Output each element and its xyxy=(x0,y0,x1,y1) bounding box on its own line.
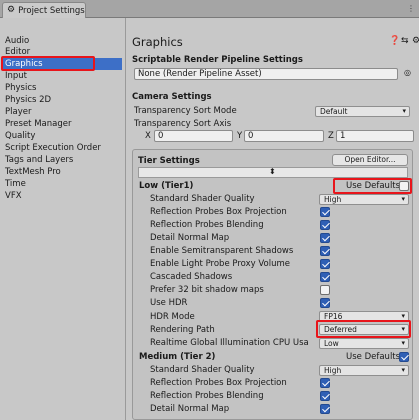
low-tier-title: Low (Tier1) xyxy=(139,181,194,191)
low-realtime-gi-value: Low xyxy=(324,339,339,348)
low-rendering-path-label: Rendering Path xyxy=(150,325,215,335)
help-icon[interactable]: ❓ xyxy=(389,37,400,46)
sidebar-item-time[interactable]: Time xyxy=(2,178,122,190)
low-cascaded-label: Cascaded Shadows xyxy=(150,272,233,282)
sidebar-item-textmesh-pro[interactable]: TextMesh Pro xyxy=(2,166,122,178)
rendering-path-highlight xyxy=(316,320,411,338)
low-hdr-mode-label: HDR Mode xyxy=(150,312,195,322)
low-semitransparent-label: Enable Semitransparent Shadows xyxy=(150,246,294,256)
medium-probe-blending-label: Reflection Probes Blending xyxy=(150,391,264,401)
window-tab-bar: ⚙ Project Settings ⋮ xyxy=(0,0,419,18)
axis-z-value: 1 xyxy=(340,131,346,141)
tier-settings-heading: Tier Settings xyxy=(138,156,200,166)
low-shader-quality-label: Standard Shader Quality xyxy=(150,194,255,204)
tier-resize-bar[interactable]: ⬍ xyxy=(138,167,408,178)
axis-z-label: Z xyxy=(328,131,334,141)
srp-heading: Scriptable Render Pipeline Settings xyxy=(132,55,303,65)
low-lppv-label: Enable Light Probe Proxy Volume xyxy=(150,259,290,269)
sidebar-item-vfx[interactable]: VFX xyxy=(2,190,122,202)
sidebar-item-quality[interactable]: Quality xyxy=(2,130,122,142)
chevron-down-icon: ▾ xyxy=(401,339,405,347)
medium-box-projection-label: Reflection Probes Box Projection xyxy=(150,378,287,388)
chevron-down-icon: ▾ xyxy=(401,366,405,374)
resize-handle-icon: ⬍ xyxy=(269,167,276,176)
low-hdr-checkbox[interactable] xyxy=(320,298,330,308)
low-probe-blending-checkbox[interactable] xyxy=(320,220,330,230)
low-semitransparent-checkbox[interactable] xyxy=(320,246,330,256)
page-title: Graphics xyxy=(132,35,183,49)
srp-asset-field[interactable]: None (Render Pipeline Asset) xyxy=(134,68,398,80)
medium-shader-quality-label: Standard Shader Quality xyxy=(150,365,255,375)
sort-mode-dropdown[interactable]: Default ▾ xyxy=(315,106,410,117)
axis-x-label: X xyxy=(145,131,151,141)
graphics-highlight xyxy=(1,56,95,71)
gear-icon: ⚙ xyxy=(7,5,16,15)
tab-title: Project Settings xyxy=(18,5,85,16)
axis-y-label: Y xyxy=(237,131,243,141)
chevron-down-icon: ▾ xyxy=(401,195,405,203)
low-box-projection-checkbox[interactable] xyxy=(320,207,330,217)
sidebar-item-player[interactable]: Player xyxy=(2,106,122,118)
sidebar-item-physics[interactable]: Physics xyxy=(2,82,122,94)
medium-detail-normal-label: Detail Normal Map xyxy=(150,404,230,414)
medium-use-defaults-label: Use Defaults xyxy=(346,352,401,362)
medium-shader-quality-value: High xyxy=(324,366,342,375)
low-realtime-gi-label: Realtime Global Illumination CPU Usa xyxy=(150,338,309,348)
sidebar-item-physics-2d[interactable]: Physics 2D xyxy=(2,94,122,106)
tab-menu-icon[interactable]: ⋮ xyxy=(407,4,415,13)
low-detail-normal-label: Detail Normal Map xyxy=(150,233,230,243)
axis-x-value: 0 xyxy=(158,131,164,141)
low-32bit-label: Prefer 32 bit shadow maps xyxy=(150,285,264,295)
camera-heading: Camera Settings xyxy=(132,92,212,102)
use-defaults-highlight xyxy=(333,178,412,194)
low-box-projection-label: Reflection Probes Box Projection xyxy=(150,207,287,217)
settings-sidebar: Audio Editor Graphics Input Physics Phys… xyxy=(0,30,125,420)
chevron-down-icon: ▾ xyxy=(402,107,406,115)
sidebar-item-script-execution-order[interactable]: Script Execution Order xyxy=(2,142,122,154)
sort-mode-label: Transparency Sort Mode xyxy=(134,106,237,116)
medium-use-defaults-checkbox[interactable] xyxy=(399,352,409,362)
axis-x-field[interactable]: 0 xyxy=(154,130,233,142)
medium-detail-normal-checkbox[interactable] xyxy=(320,404,330,414)
axis-z-field[interactable]: 1 xyxy=(336,130,414,142)
low-detail-normal-checkbox[interactable] xyxy=(320,233,330,243)
low-cascaded-checkbox[interactable] xyxy=(320,272,330,282)
sidebar-item-tags-and-layers[interactable]: Tags and Layers xyxy=(2,154,122,166)
open-editor-button[interactable]: Open Editor... xyxy=(332,154,408,166)
low-shader-quality-dropdown[interactable]: High ▾ xyxy=(319,194,409,205)
object-picker-icon[interactable]: ◎ xyxy=(404,69,411,77)
medium-tier-title: Medium (Tier 2) xyxy=(139,352,216,362)
low-probe-blending-label: Reflection Probes Blending xyxy=(150,220,264,230)
low-shader-quality-value: High xyxy=(324,195,342,204)
low-lppv-checkbox[interactable] xyxy=(320,259,330,269)
axis-y-value: 0 xyxy=(248,131,254,141)
project-settings-tab[interactable]: ⚙ Project Settings xyxy=(2,2,86,18)
srp-asset-value: None (Render Pipeline Asset) xyxy=(138,69,262,79)
axis-y-field[interactable]: 0 xyxy=(244,130,324,142)
preset-icon[interactable]: ⇆ xyxy=(401,37,409,46)
sort-mode-value: Default xyxy=(320,107,348,116)
medium-probe-blending-checkbox[interactable] xyxy=(320,391,330,401)
sidebar-item-input[interactable]: Input xyxy=(2,70,122,82)
settings-menu-icon[interactable]: ⚙ xyxy=(412,37,419,46)
low-32bit-checkbox[interactable] xyxy=(320,285,330,295)
graphics-panel: Graphics ❓ ⇆ ⚙ Scriptable Render Pipelin… xyxy=(126,18,419,420)
medium-shader-quality-dropdown[interactable]: High ▾ xyxy=(319,365,409,376)
low-hdr-label: Use HDR xyxy=(150,298,188,308)
low-realtime-gi-dropdown[interactable]: Low ▾ xyxy=(319,338,409,349)
medium-box-projection-checkbox[interactable] xyxy=(320,378,330,388)
sidebar-item-preset-manager[interactable]: Preset Manager xyxy=(2,118,122,130)
sort-axis-label: Transparency Sort Axis xyxy=(134,119,232,129)
